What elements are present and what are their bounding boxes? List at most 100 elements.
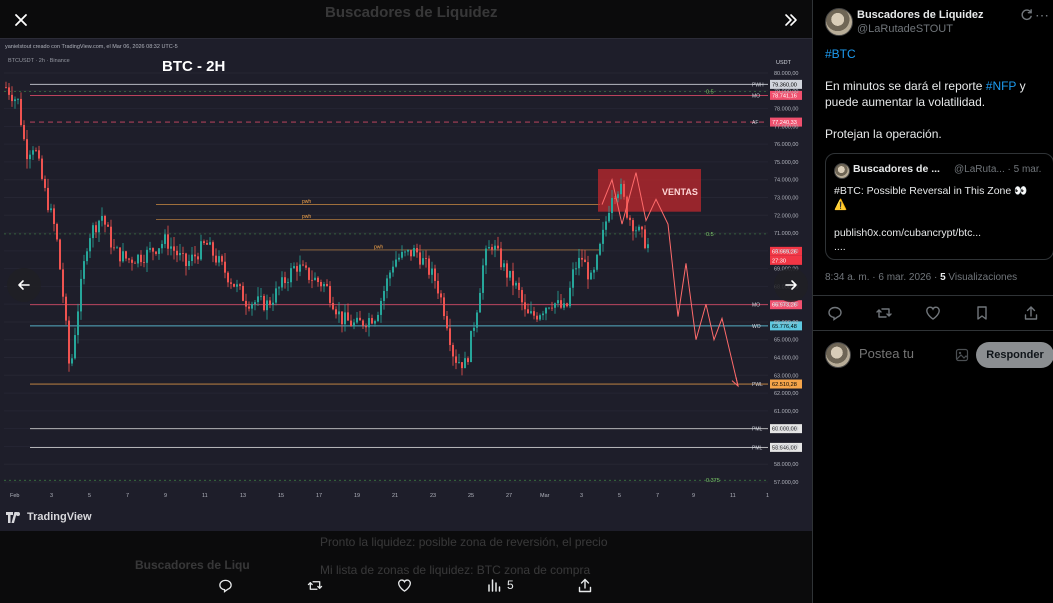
price-tick: 60.000,00: [774, 427, 798, 433]
previous-image-button[interactable]: [7, 268, 41, 302]
background-title: Buscadores de Liquidez: [325, 4, 498, 21]
chart-grid: [4, 72, 768, 483]
candle-body: [26, 139, 28, 160]
tweet-meta: 8:34 a. m. · 6 mar. 2026 · 5 Visualizaci…: [825, 272, 1017, 283]
candle-body: [146, 249, 148, 263]
candle-body: [296, 266, 298, 272]
level-left-label: MO: [752, 303, 760, 309]
pwh-label: pwh: [374, 244, 383, 250]
candle-body: [275, 288, 277, 303]
candle-body: [398, 257, 400, 260]
hashtag-nfp[interactable]: #NFP: [986, 79, 1016, 93]
candle-body: [182, 252, 184, 254]
candle-body: [491, 247, 493, 250]
candle-body: [632, 220, 634, 232]
candle-body: [206, 243, 208, 245]
candle-body: [572, 269, 574, 288]
repost-icon[interactable]: [876, 305, 892, 321]
candle-body: [623, 183, 625, 197]
author-name[interactable]: Buscadores de Liquidez: [857, 9, 984, 21]
candle-body: [563, 303, 565, 308]
price-tick: 66.000,00: [774, 320, 798, 326]
reply-icon[interactable]: [827, 305, 843, 321]
candle-body: [164, 234, 166, 244]
media-like-button[interactable]: [397, 578, 412, 593]
media-views-button[interactable]: 5: [487, 578, 514, 592]
candle-body: [350, 320, 352, 327]
reply-input[interactable]: [859, 346, 943, 361]
close-button[interactable]: [4, 3, 38, 37]
level-left-label: PML: [752, 427, 763, 433]
share-icon[interactable]: [1023, 305, 1039, 321]
collapse-panel-button[interactable]: [774, 3, 808, 37]
projection-arrow: [731, 376, 739, 388]
level-left-label: AF: [752, 120, 758, 126]
candle-body: [335, 309, 337, 315]
candle-body: [443, 297, 445, 317]
candle-body: [95, 225, 97, 233]
bookmark-icon[interactable]: [974, 305, 990, 321]
candle-body: [32, 150, 34, 155]
author-handle[interactable]: @LaRutadeSTOUT: [857, 23, 953, 35]
quote-link: publish0x.com/cubancrypt/btc...: [834, 227, 982, 239]
candle-body: [617, 194, 619, 199]
candle-body: [185, 253, 187, 267]
tweet-timestamp[interactable]: 8:34 a. m. · 6 mar. 2026 ·: [825, 272, 940, 283]
author-avatar[interactable]: [825, 8, 853, 36]
candle-body: [245, 300, 247, 307]
date-tick: Mar: [540, 493, 550, 499]
date-tick: 3: [580, 493, 583, 499]
quoted-tweet[interactable]: Buscadores de ... @LaRuta... · 5 mar. #B…: [825, 153, 1053, 260]
candle-body: [116, 247, 118, 249]
candle-body: [272, 302, 274, 305]
candle-body: [107, 224, 109, 227]
candle-body: [455, 356, 457, 363]
media-reply-button[interactable]: [218, 578, 233, 593]
candle-body: [542, 313, 544, 316]
media-repost-button[interactable]: [307, 578, 323, 593]
user-avatar: [825, 342, 851, 368]
candle-body: [287, 282, 289, 284]
candle-body: [38, 150, 40, 159]
candle-body: [224, 261, 226, 273]
candle-body: [635, 230, 637, 232]
hashtag-btc[interactable]: #BTC: [825, 47, 856, 61]
next-image-button[interactable]: [774, 268, 808, 302]
candle-body: [71, 358, 73, 364]
candle-body: [68, 320, 70, 364]
media-share-button[interactable]: [578, 578, 592, 593]
candle-body: [8, 87, 10, 95]
candle-body: [458, 362, 460, 363]
reply-button[interactable]: Responder: [976, 342, 1053, 368]
candle-body: [320, 282, 322, 287]
candle-body: [173, 246, 175, 251]
candle-body: [290, 268, 292, 283]
more-options-icon[interactable]: ⋯: [1035, 7, 1049, 24]
quote-text: #BTC: Possible Reversal in This Zone 👀 ⚠…: [834, 184, 1046, 254]
candle-body: [143, 262, 145, 263]
candle-body: [611, 198, 613, 214]
candle-body: [83, 261, 85, 279]
media-viewer: Buscadores de Liquidez Pronto la liquide…: [0, 0, 812, 603]
candle-body: [557, 300, 559, 304]
candle-body: [464, 358, 466, 369]
candle-body: [605, 221, 607, 230]
close-icon: [15, 14, 27, 26]
candle-body: [125, 251, 127, 259]
heart-icon[interactable]: [925, 305, 941, 321]
candle-body: [404, 251, 406, 253]
image-upload-icon[interactable]: [955, 348, 969, 362]
currency-label: USDT: [776, 60, 792, 66]
candle-body: [98, 220, 100, 233]
candle-body: [620, 183, 622, 195]
candle-body: [5, 87, 7, 89]
candle-body: [479, 292, 481, 313]
date-tick: 17: [316, 493, 322, 499]
candle-body: [569, 287, 571, 307]
grok-icon[interactable]: [1020, 8, 1033, 21]
candle-body: [41, 158, 43, 179]
date-tick: 7: [126, 493, 129, 499]
candle-body: [308, 267, 310, 280]
candle-body: [485, 248, 487, 266]
candle-body: [428, 258, 430, 275]
